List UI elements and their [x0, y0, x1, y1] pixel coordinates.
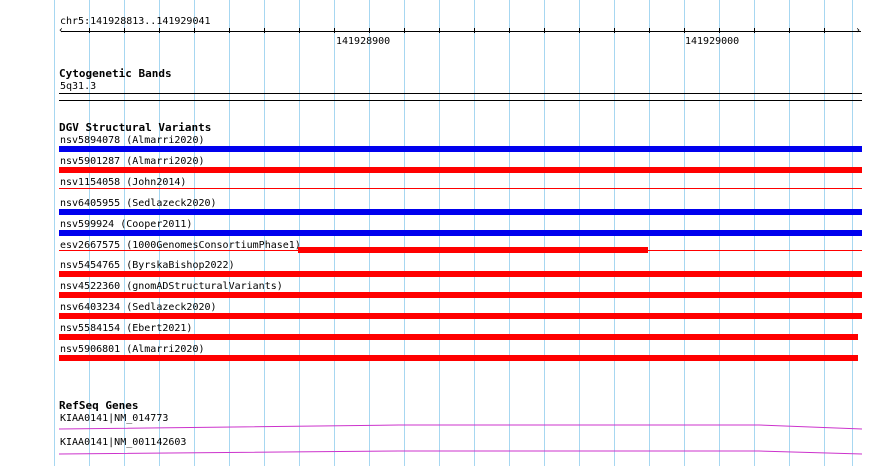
cytoband-line-bottom [59, 100, 862, 101]
ruler-tick [649, 28, 650, 33]
variant-label[interactable]: nsv6403234 (Sedlazeck2020) [60, 302, 217, 313]
ruler-tick [719, 28, 720, 33]
ruler-location: chr5:141928813..141929041 [60, 16, 211, 27]
ruler-tick [264, 28, 265, 33]
ruler-tick [299, 28, 300, 33]
variant-label[interactable]: nsv5584154 (Ebert2021) [60, 323, 192, 334]
variant-label[interactable]: nsv4522360 (gnomADStructuralVariants) [60, 281, 283, 292]
ruler-tick [579, 28, 580, 33]
variant-label[interactable]: nsv5894078 (Almarri2020) [60, 135, 205, 146]
ruler-tick [789, 28, 790, 33]
variant-bar[interactable] [59, 208, 862, 215]
variant-bar[interactable] [59, 334, 858, 341]
ruler-tick [614, 28, 615, 33]
gene-label[interactable]: KIAA0141|NM_001142603 [60, 437, 186, 448]
ruler-tick [824, 28, 825, 33]
variant-label[interactable]: nsv5454765 (ByrskaBishop2022) [60, 260, 235, 271]
gene-model[interactable] [58, 449, 863, 461]
cytoband-track-title: Cytogenetic Bands [59, 67, 172, 80]
ruler-right-arrow-icon: › [855, 25, 862, 36]
ruler-tick [544, 28, 545, 33]
ruler-line [61, 31, 861, 32]
variant-bar[interactable] [59, 292, 862, 299]
variant-label[interactable]: nsv6405955 (Sedlazeck2020) [60, 198, 217, 209]
ruler-tick [89, 28, 90, 33]
ruler-tick [439, 28, 440, 33]
cytoband-label: 5q31.3 [60, 81, 97, 92]
variant-bar[interactable] [59, 166, 862, 173]
cytoband-line-top [59, 93, 862, 94]
ruler-tick [124, 28, 125, 33]
variant-bar[interactable] [298, 246, 648, 253]
variant-bar[interactable] [59, 146, 862, 152]
ruler-tick [369, 28, 370, 33]
ruler-tick [159, 28, 160, 33]
ruler-tick [194, 28, 195, 33]
ruler-tick [334, 28, 335, 33]
ruler-tick [474, 28, 475, 33]
variant-bar[interactable] [59, 229, 862, 236]
grid-line [54, 0, 55, 466]
ruler-tick [229, 28, 230, 33]
variant-bar[interactable] [59, 187, 862, 189]
ruler-tick [509, 28, 510, 33]
dgv-track-title: DGV Structural Variants [59, 121, 212, 134]
refseq-track-title: RefSeq Genes [59, 399, 139, 412]
ruler-tick [754, 28, 755, 33]
variant-label[interactable]: nsv1154058 (John2014) [60, 177, 186, 188]
variant-bar[interactable] [59, 271, 862, 278]
gene-model[interactable] [58, 423, 863, 435]
variant-label[interactable]: nsv599924 (Cooper2011) [60, 219, 192, 230]
ruler-tick-label: 141929000 [685, 36, 740, 47]
ruler-tick [684, 28, 685, 33]
ruler-left-arrow-icon: ‹ [58, 25, 65, 36]
ruler-tick-label: 141928900 [336, 36, 391, 47]
ruler-tick [404, 28, 405, 33]
variant-bar[interactable] [59, 313, 862, 320]
variant-label[interactable]: nsv5906801 (Almarri2020) [60, 344, 205, 355]
variant-label[interactable]: nsv5901287 (Almarri2020) [60, 156, 205, 167]
variant-bar[interactable] [59, 355, 858, 361]
